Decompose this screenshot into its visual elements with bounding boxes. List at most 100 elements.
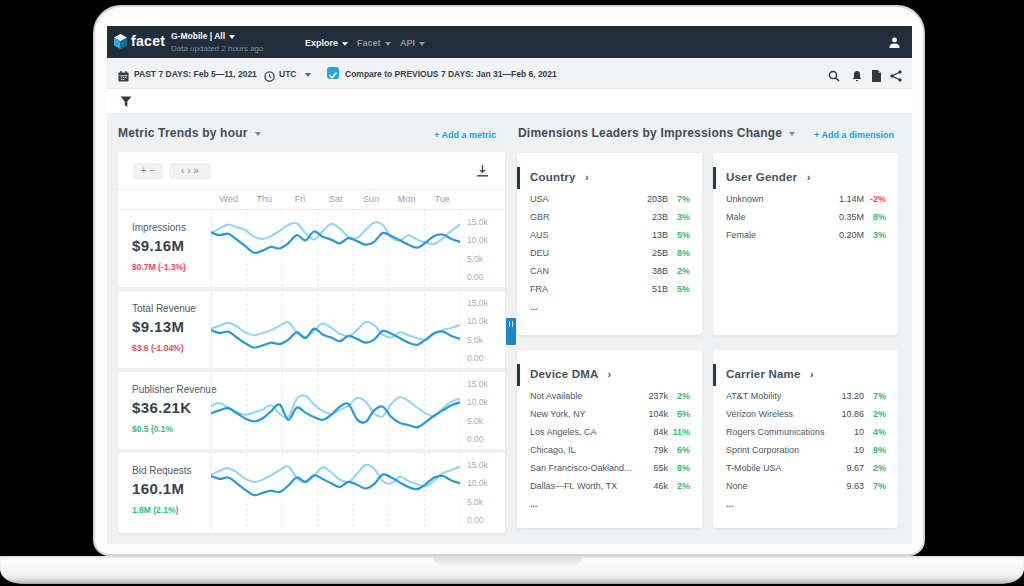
- search-icon[interactable]: [828, 68, 840, 86]
- dimension-value: 25B: [652, 248, 668, 258]
- dimension-value: 1.14M: [839, 194, 864, 204]
- dimension-label: Unknown: [726, 194, 764, 204]
- dimension-card-title[interactable]: Carrier Name ›: [726, 368, 814, 380]
- y-axis-tick: 15.0k: [467, 298, 488, 308]
- dimension-change: 2%: [866, 409, 886, 419]
- dimension-row: FRA51B5%: [530, 284, 690, 297]
- dimension-card-device-dma: Device DMA ›Not Available237k2%New York,…: [517, 350, 702, 528]
- dimension-value: 237k: [648, 391, 668, 401]
- more-rows-ellipsis: ...: [530, 499, 538, 509]
- y-axis-tick: 5.0k: [467, 497, 483, 507]
- dimension-value: 9.67: [846, 463, 864, 473]
- dimension-card-title[interactable]: User Gender ›: [726, 171, 811, 183]
- nav-api[interactable]: API: [400, 38, 425, 48]
- dimension-row: New York, NY104k5%: [530, 409, 690, 422]
- chevron-down-icon: [419, 42, 425, 46]
- share-icon[interactable]: [890, 68, 902, 86]
- y-axis-tick: 10.0k: [467, 397, 488, 407]
- nav-facet[interactable]: Facet: [357, 38, 391, 48]
- add-metric-button[interactable]: + Add a metric: [434, 130, 496, 140]
- data-updated-label: Data updated 2 hours ago: [171, 44, 264, 53]
- metric-delta: $3.6 (-1.04%): [132, 343, 184, 353]
- zoom-buttons[interactable]: + −: [133, 163, 163, 179]
- laptop-notch: [433, 556, 582, 566]
- app-header: facet G-Mobile | All Data updated 2 hour…: [107, 26, 912, 58]
- dimension-change: 5%: [670, 409, 690, 419]
- chevron-down-icon[interactable]: [305, 73, 311, 77]
- dimension-change: 7%: [866, 391, 886, 401]
- compare-label[interactable]: Compare to PREVIOUS 7 DAYS: Jan 31—Feb 6…: [345, 69, 557, 79]
- date-range-label[interactable]: PAST 7 DAYS: Feb 5—11, 2021: [134, 69, 257, 79]
- dimension-value: 13.20: [841, 391, 864, 401]
- dimension-row: Male0.35M8%: [726, 212, 886, 225]
- trend-chart: [211, 453, 460, 531]
- chevron-right-icon: ›: [810, 368, 814, 380]
- dimension-change: 7%: [670, 194, 690, 204]
- chevron-down-icon: [789, 132, 795, 136]
- metric-name: Publisher Revenue: [132, 384, 217, 395]
- dimension-card-title[interactable]: Device DMA ›: [530, 368, 611, 380]
- add-dimension-button[interactable]: + Add a dimension: [814, 130, 894, 140]
- dimension-value: 10: [854, 445, 864, 455]
- dimension-label: CAN: [530, 266, 549, 276]
- dimension-label: Los Angeles, CA: [530, 427, 597, 437]
- card-accent-bar: [713, 167, 716, 189]
- bell-icon[interactable]: [851, 68, 863, 86]
- chevron-right-icon: ›: [607, 368, 611, 380]
- day-label: Fri: [282, 194, 318, 204]
- metric-delta: $0.7M (-1.3%): [132, 262, 186, 272]
- card-accent-bar: [713, 364, 716, 386]
- pan-buttons[interactable]: ‹ › »: [169, 163, 211, 179]
- day-label: Sun: [353, 194, 389, 204]
- dimension-change: 2%: [670, 266, 690, 276]
- dimension-label: AUS: [530, 230, 549, 240]
- metric-value: 160.1M: [132, 480, 184, 497]
- card-accent-bar: [517, 167, 520, 189]
- account-label: G-Mobile | All: [171, 31, 225, 41]
- filter-icon[interactable]: [120, 94, 132, 112]
- dimension-change: 2%: [670, 481, 690, 491]
- metric-row: Bid Requests160.1M1.8M (2.1%)15.0k10.0k5…: [118, 452, 505, 530]
- dimension-row: AUS13B5%: [530, 230, 690, 243]
- metric-row: Impressions$9.16M$0.7M (-1.3%)15.0k10.0k…: [118, 209, 505, 287]
- panel-drag-handle[interactable]: [506, 318, 516, 345]
- document-icon[interactable]: [871, 68, 882, 86]
- calendar-icon: [118, 68, 129, 86]
- chart-controls: + − ‹ › »: [118, 152, 505, 190]
- dashboard-content: Metric Trends by hour + Add a metric Dim…: [107, 113, 912, 544]
- dimensions-title[interactable]: Dimensions Leaders by Impressions Change: [518, 126, 795, 140]
- metric-trends-card: + − ‹ › » WedThuFriSatSunMonTue Impressi…: [118, 152, 505, 533]
- chevron-down-icon: [255, 132, 261, 136]
- compare-checkbox[interactable]: [327, 67, 339, 79]
- dimension-card-user-gender: User Gender ›Unknown1.14M-2%Male0.35M8%F…: [713, 153, 898, 335]
- dimension-row: Rogers Communications104%: [726, 427, 886, 440]
- nav-explore[interactable]: Explore: [305, 38, 348, 48]
- account-switcher[interactable]: G-Mobile | All Data updated 2 hours ago: [171, 31, 264, 53]
- dimension-label: DEU: [530, 248, 549, 258]
- dimension-row: Los Angeles, CA84k11%: [530, 427, 690, 440]
- dimension-value: 79k: [653, 445, 668, 455]
- dimension-label: San Francisco-Oakland...: [530, 463, 632, 473]
- day-label: Sat: [318, 194, 354, 204]
- metric-delta: $0.5 (0.1%: [132, 424, 173, 434]
- metric-trends-title[interactable]: Metric Trends by hour: [118, 126, 261, 140]
- download-icon[interactable]: [476, 163, 489, 181]
- dimension-row: Verizon Wireless10.862%: [726, 409, 886, 422]
- filter-bar: [107, 89, 912, 113]
- dimension-card-title[interactable]: Country ›: [530, 171, 589, 183]
- metric-value: $9.13M: [132, 318, 184, 335]
- dimension-label: Male: [726, 212, 746, 222]
- y-axis-tick: 15.0k: [467, 379, 488, 389]
- dimension-label: T-Mobile USA: [726, 463, 782, 473]
- y-axis-tick: 15.0k: [467, 217, 488, 227]
- dimension-card-country: Country ›USA203B7%GBR23B3%AUS13B5%DEU25B…: [517, 153, 702, 335]
- dimension-label: Sprint Corporation: [726, 445, 799, 455]
- user-icon[interactable]: [888, 35, 901, 53]
- timezone-label[interactable]: UTC: [279, 69, 296, 79]
- metric-name: Total Revenue: [132, 303, 196, 314]
- dimension-label: Rogers Communications: [726, 427, 825, 437]
- dimension-row: Unknown1.14M-2%: [726, 194, 886, 207]
- dimension-value: 51B: [652, 284, 668, 294]
- day-label: Wed: [211, 194, 247, 204]
- dimension-row: Sprint Corporation109%: [726, 445, 886, 458]
